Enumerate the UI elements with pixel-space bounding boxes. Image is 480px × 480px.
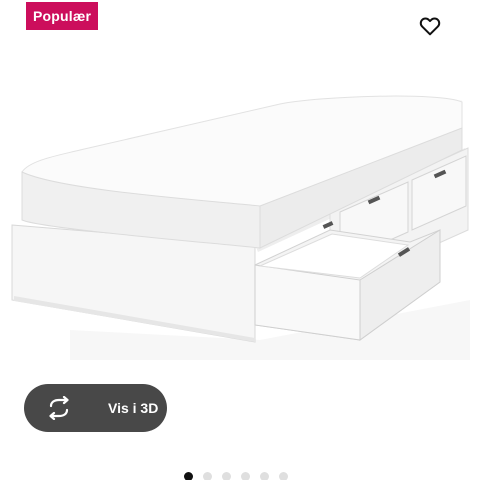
rotate-3d-icon [49, 396, 69, 420]
view-3d-label: Vis i 3D [108, 400, 159, 416]
carousel-dot[interactable] [203, 472, 212, 480]
bed-product-image [11, 95, 470, 360]
carousel-dot-active[interactable] [184, 472, 193, 480]
carousel-dot[interactable] [241, 472, 250, 480]
product-gallery: Populær Vis i 3D [0, 0, 480, 480]
carousel-dot[interactable] [279, 472, 288, 480]
popular-badge: Populær [26, 2, 99, 30]
heart-icon[interactable] [418, 14, 442, 38]
view-3d-button[interactable]: Vis i 3D [24, 384, 167, 432]
carousel-indicator [184, 472, 288, 480]
carousel-dot[interactable] [260, 472, 269, 480]
carousel-dot[interactable] [222, 472, 231, 480]
